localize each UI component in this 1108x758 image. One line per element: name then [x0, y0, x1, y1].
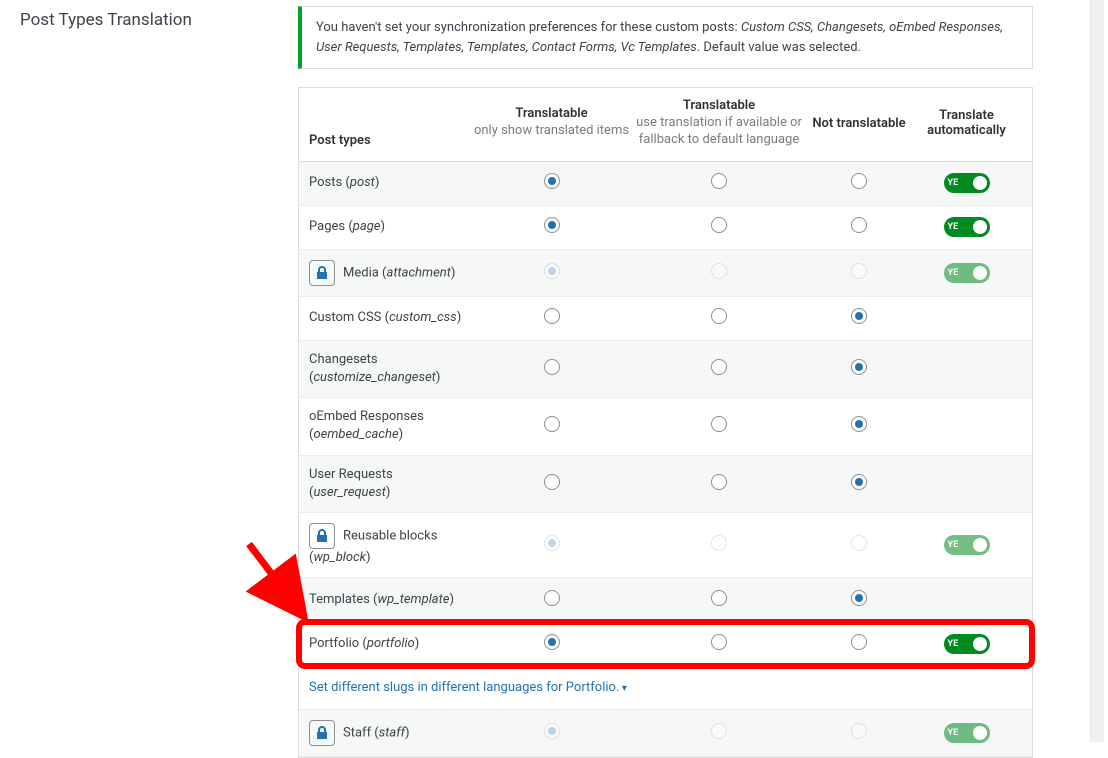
radio-option-1[interactable] — [711, 217, 727, 233]
radio-option-0[interactable] — [544, 359, 560, 375]
lock-icon — [309, 523, 335, 549]
radio-option-1[interactable] — [711, 173, 727, 189]
table-row: Staff (staff) YE — [299, 710, 1032, 757]
radio-option-2 — [851, 263, 867, 279]
table-row: Pages (page) YE — [299, 206, 1032, 250]
radio-option-0[interactable] — [544, 590, 560, 606]
translate-auto-toggle[interactable]: YE — [944, 634, 990, 654]
post-type-label: Reusable blocks (wp_block) — [299, 523, 469, 567]
notice-suffix: . Default value was selected. — [697, 40, 861, 55]
table-row: Custom CSS (custom_css) — [299, 297, 1032, 341]
radio-option-2[interactable] — [851, 416, 867, 432]
header-translatable: Translatable only show translated items — [469, 106, 634, 140]
notice-prefix: You haven't set your synchronization pre… — [316, 20, 741, 35]
translate-auto-toggle: YE — [944, 535, 990, 555]
radio-option-2[interactable] — [851, 590, 867, 606]
radio-option-1[interactable] — [711, 474, 727, 490]
post-type-label: Staff (staff) — [299, 720, 469, 746]
radio-option-0[interactable] — [544, 173, 560, 189]
table-row: Media (attachment) YE — [299, 250, 1032, 297]
translate-auto-toggle: YE — [944, 263, 990, 283]
radio-option-0[interactable] — [544, 416, 560, 432]
slug-row: Set different slugs in different languag… — [299, 666, 1032, 710]
post-type-label: oEmbed Responses (oembed_cache) — [299, 408, 469, 444]
translate-auto-toggle[interactable]: YE — [944, 217, 990, 237]
post-type-label: Media (attachment) — [299, 260, 469, 286]
table-row: User Requests (user_request) — [299, 456, 1032, 513]
post-type-label: Changesets (customize_changeset) — [299, 351, 469, 387]
header-translate-auto: Translate automatically — [914, 108, 1019, 138]
radio-option-1[interactable] — [711, 359, 727, 375]
page-title: Post Types Translation — [20, 10, 298, 30]
header-post-types: Post types — [299, 98, 469, 148]
radio-option-0[interactable] — [544, 634, 560, 650]
post-type-label: Portfolio (portfolio) — [299, 635, 469, 653]
table-row: oEmbed Responses (oembed_cache) — [299, 398, 1032, 455]
post-type-label: Posts (post) — [299, 174, 469, 192]
radio-option-0[interactable] — [544, 474, 560, 490]
table-row: Posts (post) YE — [299, 162, 1032, 206]
lock-icon — [309, 720, 335, 746]
lock-icon — [309, 260, 335, 286]
radio-option-2[interactable] — [851, 173, 867, 189]
radio-option-1 — [711, 535, 727, 551]
sync-notice: You haven't set your synchronization pre… — [298, 6, 1033, 69]
table-row: Templates (wp_template) — [299, 578, 1032, 622]
radio-option-1[interactable] — [711, 634, 727, 650]
radio-option-1[interactable] — [711, 590, 727, 606]
radio-option-1 — [711, 723, 727, 739]
radio-option-1 — [711, 263, 727, 279]
translate-auto-toggle[interactable]: YE — [944, 173, 990, 193]
radio-option-2[interactable] — [851, 359, 867, 375]
table-row: Reusable blocks (wp_block) YE — [299, 513, 1032, 578]
radio-option-1[interactable] — [711, 308, 727, 324]
header-not-translatable: Not translatable — [804, 116, 914, 131]
radio-option-0[interactable] — [544, 308, 560, 324]
radio-option-0 — [544, 723, 560, 739]
post-type-label: Templates (wp_template) — [299, 591, 469, 609]
scrollbar[interactable] — [1090, 0, 1104, 742]
radio-option-0 — [544, 535, 560, 551]
table-row: Portfolio (portfolio) YE — [299, 622, 1032, 666]
post-type-label: User Requests (user_request) — [299, 466, 469, 502]
radio-option-0 — [544, 263, 560, 279]
radio-option-1[interactable] — [711, 416, 727, 432]
radio-option-2[interactable] — [851, 634, 867, 650]
radio-option-2[interactable] — [851, 217, 867, 233]
post-type-label: Pages (page) — [299, 218, 469, 236]
post-types-table: Post types Translatable only show transl… — [298, 87, 1033, 758]
set-slugs-link[interactable]: Set different slugs in different languag… — [309, 680, 627, 695]
table-row: Changesets (customize_changeset) — [299, 341, 1032, 398]
header-translatable-fallback: Translatable use translation if availabl… — [634, 98, 804, 149]
radio-option-2[interactable] — [851, 308, 867, 324]
radio-option-2[interactable] — [851, 474, 867, 490]
radio-option-2 — [851, 723, 867, 739]
radio-option-0[interactable] — [544, 217, 560, 233]
radio-option-2 — [851, 535, 867, 551]
table-header: Post types Translatable only show transl… — [299, 88, 1032, 162]
post-type-label: Custom CSS (custom_css) — [299, 309, 469, 327]
translate-auto-toggle: YE — [944, 723, 990, 743]
